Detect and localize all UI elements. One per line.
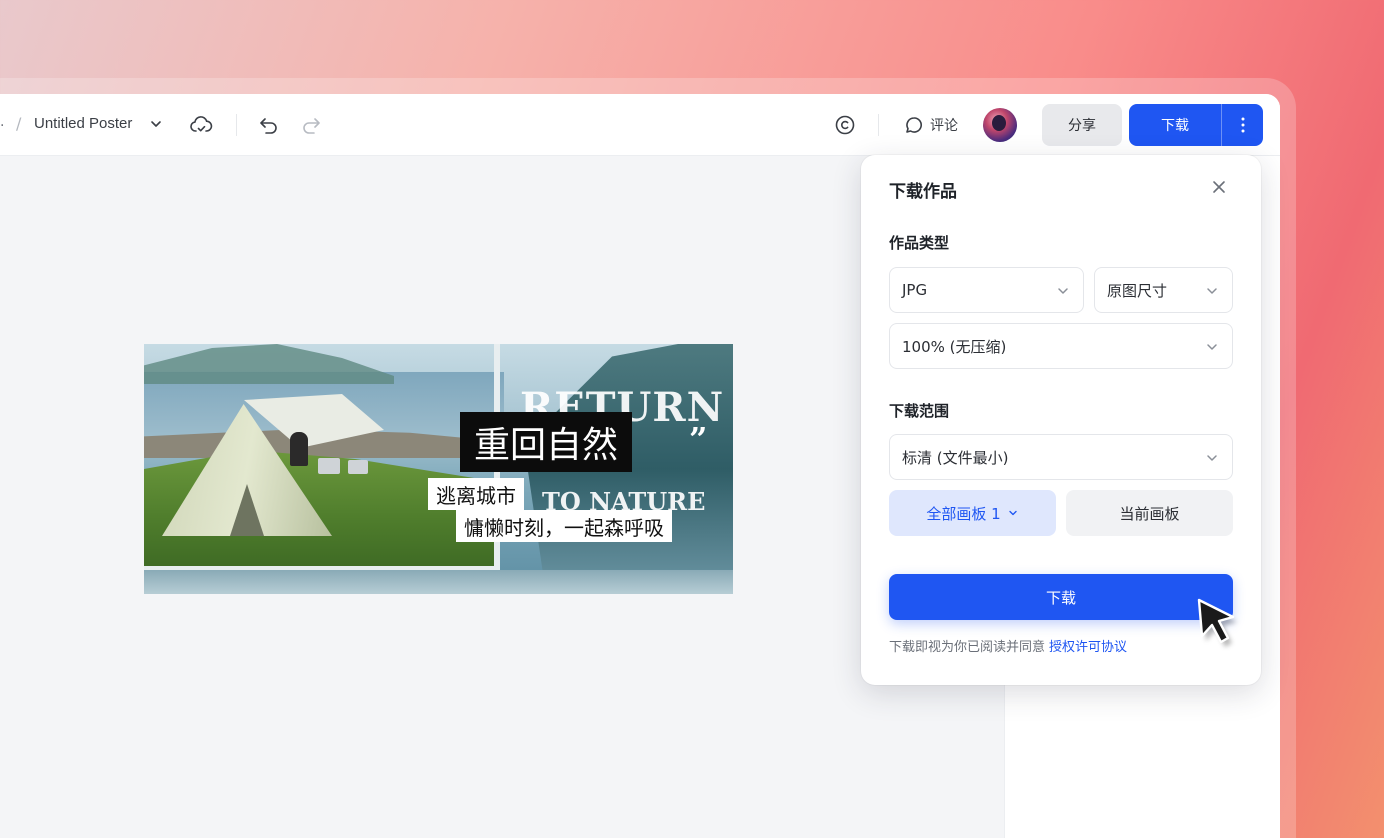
size-select[interactable]: 原图尺寸: [1094, 267, 1233, 313]
comment-label: 评论: [930, 118, 958, 134]
share-button[interactable]: 分享: [1042, 104, 1122, 146]
resolution-select-value: 标清 (文件最小): [902, 448, 1009, 467]
poster-photo-frame: [144, 344, 500, 572]
resolution-select[interactable]: 标清 (文件最小): [889, 434, 1233, 480]
poster-subtitle-1[interactable]: 逃离城市: [428, 478, 524, 510]
all-pages-option[interactable]: 全部画板 1: [889, 490, 1056, 536]
download-more-button[interactable]: [1221, 104, 1263, 146]
range-section-label: 下载范围: [889, 402, 950, 420]
chevron-down-icon: [1008, 510, 1017, 516]
chevron-down-icon: [1207, 344, 1217, 350]
download-button-group: 下载: [1129, 104, 1263, 146]
poster-quote-mark[interactable]: ”: [689, 420, 707, 458]
copyright-icon[interactable]: [834, 114, 856, 136]
breadcrumb-prefix[interactable]: .: [0, 114, 4, 130]
poster-reflection: [144, 570, 733, 594]
chevron-down-icon: [1207, 455, 1217, 461]
terms-link[interactable]: 授权许可协议: [1049, 636, 1127, 655]
format-select[interactable]: JPG: [889, 267, 1084, 313]
cloud-sync-icon[interactable]: [189, 113, 213, 137]
format-select-value: JPG: [902, 281, 928, 299]
poster-subtitle-2[interactable]: 慵懒时刻，一起森呼吸: [456, 510, 672, 542]
toolbar-divider: [878, 114, 879, 136]
quality-select[interactable]: 100% (无压缩): [889, 323, 1233, 369]
current-page-option[interactable]: 当前画板: [1066, 490, 1233, 536]
chevron-down-icon: [1207, 288, 1217, 294]
breadcrumb-separator: /: [16, 114, 22, 133]
all-pages-label: 全部画板 1: [926, 504, 1001, 523]
terms-notice: 下载即视为你已阅读并同意 授权许可协议: [889, 636, 1127, 655]
quality-select-value: 100% (无压缩): [902, 337, 1007, 356]
avatar[interactable]: [983, 108, 1017, 142]
top-toolbar: . / Untitled Poster 评论 分享 下载: [0, 94, 1280, 156]
chevron-down-icon: [1058, 288, 1068, 294]
redo-icon[interactable]: [300, 114, 322, 136]
avatar-face: [992, 115, 1006, 131]
chevron-down-icon[interactable]: [148, 116, 164, 132]
more-vertical-icon: [1241, 117, 1244, 133]
type-section-label: 作品类型: [889, 234, 950, 252]
comment-button[interactable]: 评论: [904, 112, 958, 138]
toolbar-divider: [236, 114, 237, 136]
download-button[interactable]: 下载: [1129, 104, 1221, 146]
mouse-cursor-icon: [1197, 598, 1237, 647]
document-title[interactable]: Untitled Poster: [34, 115, 132, 132]
terms-text: 下载即视为你已阅读并同意: [889, 640, 1046, 655]
download-panel-title: 下载作品: [889, 182, 957, 202]
poster-canvas[interactable]: RETURN ” TO NATURE 重回自然 逃离城市 慵懒时刻，一起森呼吸: [144, 344, 733, 594]
poster-title[interactable]: 重回自然: [460, 412, 633, 472]
size-select-value: 原图尺寸: [1107, 281, 1168, 300]
undo-icon[interactable]: [258, 114, 280, 136]
download-confirm-button[interactable]: 下载: [889, 574, 1233, 620]
close-icon[interactable]: [1209, 177, 1229, 197]
comment-icon: [906, 117, 922, 133]
